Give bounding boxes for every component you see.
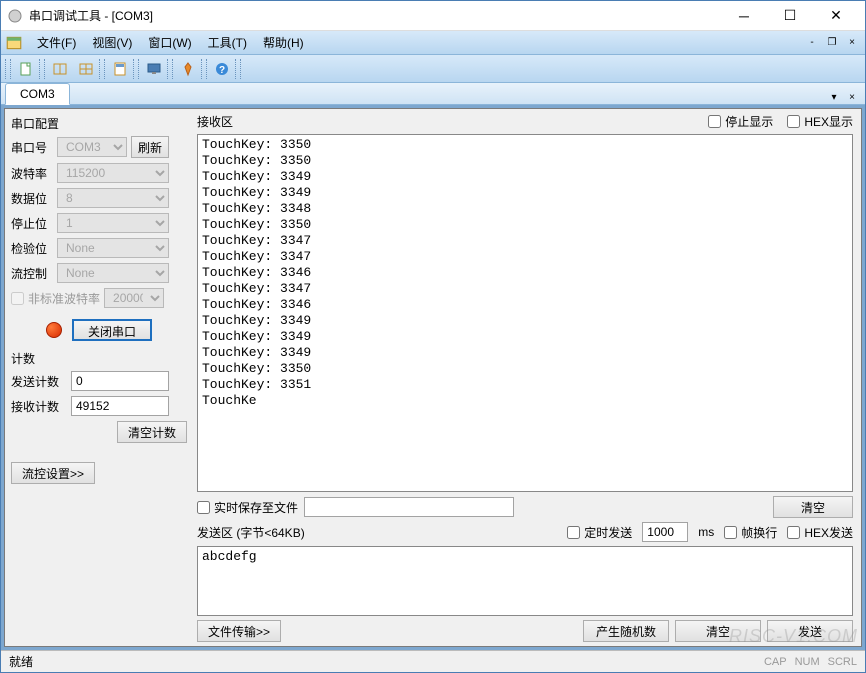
databits-select[interactable]: 8 bbox=[57, 188, 169, 208]
stopbits-select[interactable]: 1 bbox=[57, 213, 169, 233]
databits-label: 数据位 bbox=[11, 190, 53, 207]
toolbar-grip-3 bbox=[99, 59, 105, 79]
status-cap: CAP bbox=[764, 656, 787, 668]
maximize-button[interactable]: ☐ bbox=[767, 2, 813, 30]
toolbar-layout2-icon[interactable] bbox=[74, 58, 98, 80]
tab-close-icon[interactable]: × bbox=[845, 90, 859, 104]
hex-display-checkbox[interactable] bbox=[787, 115, 800, 128]
toolbar-layout1-icon[interactable] bbox=[48, 58, 72, 80]
tx-buttons: 文件传输>> 产生随机数 清空 发送 bbox=[197, 620, 853, 642]
save-row: 实时保存至文件 清空 bbox=[197, 496, 853, 518]
menu-view[interactable]: 视图(V) bbox=[84, 32, 140, 53]
send-count-label: 发送计数 bbox=[11, 373, 67, 390]
svg-text:?: ? bbox=[219, 65, 225, 76]
toolbar-grip bbox=[5, 59, 11, 79]
baud-select[interactable]: 115200 bbox=[57, 163, 169, 183]
close-port-button[interactable]: 关闭串口 bbox=[72, 319, 152, 341]
tabbar: COM3 ▾ × bbox=[1, 83, 865, 105]
clear-count-button[interactable]: 清空计数 bbox=[117, 421, 187, 443]
menu-file[interactable]: 文件(F) bbox=[29, 32, 84, 53]
right-panel: 接收区 停止显示 HEX显示 TouchKey: 3350 TouchKey: … bbox=[193, 109, 861, 646]
workarea: 串口配置 串口号 COM3 刷新 波特率 115200 数据位 8 停止位 1 … bbox=[1, 105, 865, 650]
nonstd-baud-checkbox[interactable] bbox=[11, 292, 24, 305]
frame-wrap-checkbox[interactable] bbox=[724, 526, 737, 539]
flow-label: 流控制 bbox=[11, 265, 53, 282]
toolbar-grip-7 bbox=[235, 59, 241, 79]
rx-textarea[interactable]: TouchKey: 3350 TouchKey: 3350 TouchKey: … bbox=[197, 134, 853, 492]
mdi-minimize-button[interactable]: - bbox=[803, 35, 821, 51]
mdi-restore-button[interactable]: ❐ bbox=[823, 35, 841, 51]
close-button[interactable]: ✕ bbox=[813, 2, 859, 30]
window-title: 串口调试工具 - [COM3] bbox=[29, 7, 721, 24]
file-transfer-button[interactable]: 文件传输>> bbox=[197, 620, 281, 642]
config-title: 串口配置 bbox=[11, 115, 187, 132]
timed-send-option[interactable]: 定时发送 bbox=[567, 524, 632, 541]
port-status-icon bbox=[46, 322, 62, 338]
baud-label: 波特率 bbox=[11, 165, 53, 182]
random-button[interactable]: 产生随机数 bbox=[583, 620, 669, 642]
document-window: 串口配置 串口号 COM3 刷新 波特率 115200 数据位 8 停止位 1 … bbox=[4, 108, 862, 647]
refresh-button[interactable]: 刷新 bbox=[131, 136, 169, 158]
minimize-button[interactable]: ─ bbox=[721, 2, 767, 30]
tab-com3[interactable]: COM3 bbox=[5, 83, 70, 105]
timed-interval-field[interactable] bbox=[642, 522, 688, 542]
menu-tools[interactable]: 工具(T) bbox=[200, 32, 255, 53]
recv-count-field[interactable] bbox=[71, 396, 169, 416]
toolbar-grip-5 bbox=[167, 59, 173, 79]
toolbar-grip-4 bbox=[133, 59, 139, 79]
realtime-save-option[interactable]: 实时保存至文件 bbox=[197, 499, 298, 516]
parity-select[interactable]: None bbox=[57, 238, 169, 258]
menubar: 文件(F) 视图(V) 窗口(W) 工具(T) 帮助(H) - ❐ × bbox=[1, 31, 865, 55]
timed-unit-label: ms bbox=[698, 525, 714, 539]
rx-clear-button[interactable]: 清空 bbox=[773, 496, 853, 518]
tx-header: 发送区 (字节<64KB) 定时发送 ms 帧换行 HEX发送 bbox=[197, 522, 853, 542]
flow-select[interactable]: None bbox=[57, 263, 169, 283]
counter-title: 计数 bbox=[11, 350, 187, 367]
status-ready: 就绪 bbox=[9, 653, 33, 670]
hex-send-option[interactable]: HEX发送 bbox=[787, 524, 853, 541]
port-label: 串口号 bbox=[11, 139, 53, 156]
toolbar-pin-icon[interactable] bbox=[176, 58, 200, 80]
stop-display-option[interactable]: 停止显示 bbox=[708, 113, 773, 130]
toolbar-calc-icon[interactable] bbox=[108, 58, 132, 80]
app-icon bbox=[7, 8, 23, 24]
save-path-field[interactable] bbox=[304, 497, 514, 517]
toolbar-help-icon[interactable]: ? bbox=[210, 58, 234, 80]
flow-settings-button[interactable]: 流控设置>> bbox=[11, 462, 95, 484]
hex-display-option[interactable]: HEX显示 bbox=[787, 113, 853, 130]
tab-dropdown-icon[interactable]: ▾ bbox=[827, 90, 841, 104]
hex-send-checkbox[interactable] bbox=[787, 526, 800, 539]
toolbar-grip-2 bbox=[39, 59, 45, 79]
titlebar: 串口调试工具 - [COM3] ─ ☐ ✕ bbox=[1, 1, 865, 31]
tx-clear-button[interactable]: 清空 bbox=[675, 620, 761, 642]
realtime-save-checkbox[interactable] bbox=[197, 501, 210, 514]
nonstd-baud-label: 非标准波特率 bbox=[28, 290, 100, 307]
menubar-app-icon bbox=[5, 34, 23, 52]
tx-textarea[interactable]: abcdefg bbox=[197, 546, 853, 616]
mdi-close-button[interactable]: × bbox=[843, 35, 861, 51]
rx-header: 接收区 停止显示 HEX显示 bbox=[197, 113, 853, 130]
left-panel: 串口配置 串口号 COM3 刷新 波特率 115200 数据位 8 停止位 1 … bbox=[5, 109, 193, 646]
toolbar: ? bbox=[1, 55, 865, 83]
send-button[interactable]: 发送 bbox=[767, 620, 853, 642]
nonstd-baud-select[interactable]: 200000 bbox=[104, 288, 164, 308]
tx-title: 发送区 (字节<64KB) bbox=[197, 524, 305, 541]
frame-wrap-option[interactable]: 帧换行 bbox=[724, 524, 777, 541]
rx-title: 接收区 bbox=[197, 113, 233, 130]
status-scrl: SCRL bbox=[828, 656, 857, 668]
status-num: NUM bbox=[795, 656, 820, 668]
menu-window[interactable]: 窗口(W) bbox=[140, 32, 199, 53]
timed-send-checkbox[interactable] bbox=[567, 526, 580, 539]
toolbar-grip-6 bbox=[201, 59, 207, 79]
send-count-field[interactable] bbox=[71, 371, 169, 391]
stopbits-label: 停止位 bbox=[11, 215, 53, 232]
toolbar-new-icon[interactable] bbox=[14, 58, 38, 80]
stop-display-checkbox[interactable] bbox=[708, 115, 721, 128]
parity-label: 检验位 bbox=[11, 240, 53, 257]
port-select[interactable]: COM3 bbox=[57, 137, 127, 157]
recv-count-label: 接收计数 bbox=[11, 398, 67, 415]
statusbar: 就绪 CAP NUM SCRL bbox=[1, 650, 865, 672]
menu-help[interactable]: 帮助(H) bbox=[255, 32, 312, 53]
toolbar-monitor-icon[interactable] bbox=[142, 58, 166, 80]
